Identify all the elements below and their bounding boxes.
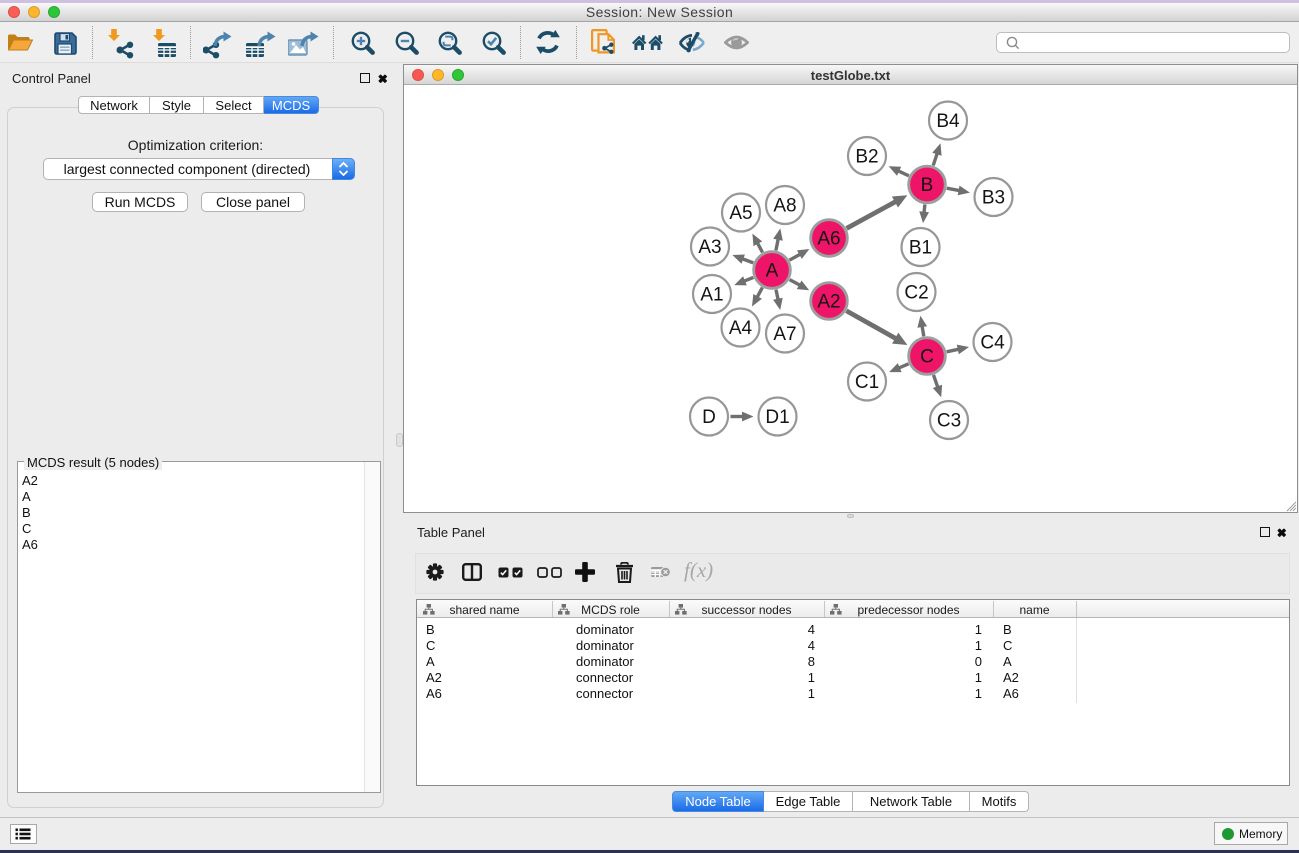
- svg-text:B3: B3: [982, 188, 1005, 209]
- svg-text:A1: A1: [700, 285, 723, 306]
- svg-text:A2: A2: [817, 292, 840, 313]
- svg-text:B: B: [921, 175, 934, 196]
- svg-text:B1: B1: [909, 238, 932, 259]
- svg-text:C1: C1: [855, 372, 879, 393]
- svg-text:A6: A6: [817, 229, 840, 250]
- svg-text:C3: C3: [937, 411, 961, 432]
- svg-text:A5: A5: [729, 203, 752, 224]
- svg-text:A4: A4: [729, 318, 753, 339]
- svg-text:B2: B2: [855, 147, 878, 168]
- svg-text:A8: A8: [773, 196, 796, 217]
- svg-text:B4: B4: [936, 111, 960, 132]
- svg-text:C: C: [920, 347, 934, 368]
- svg-text:A: A: [766, 261, 779, 282]
- svg-text:C2: C2: [904, 283, 928, 304]
- svg-text:A7: A7: [773, 324, 796, 345]
- svg-text:D: D: [702, 407, 716, 428]
- svg-text:A3: A3: [698, 237, 721, 258]
- svg-text:C4: C4: [980, 333, 1005, 354]
- svg-text:D1: D1: [765, 407, 789, 428]
